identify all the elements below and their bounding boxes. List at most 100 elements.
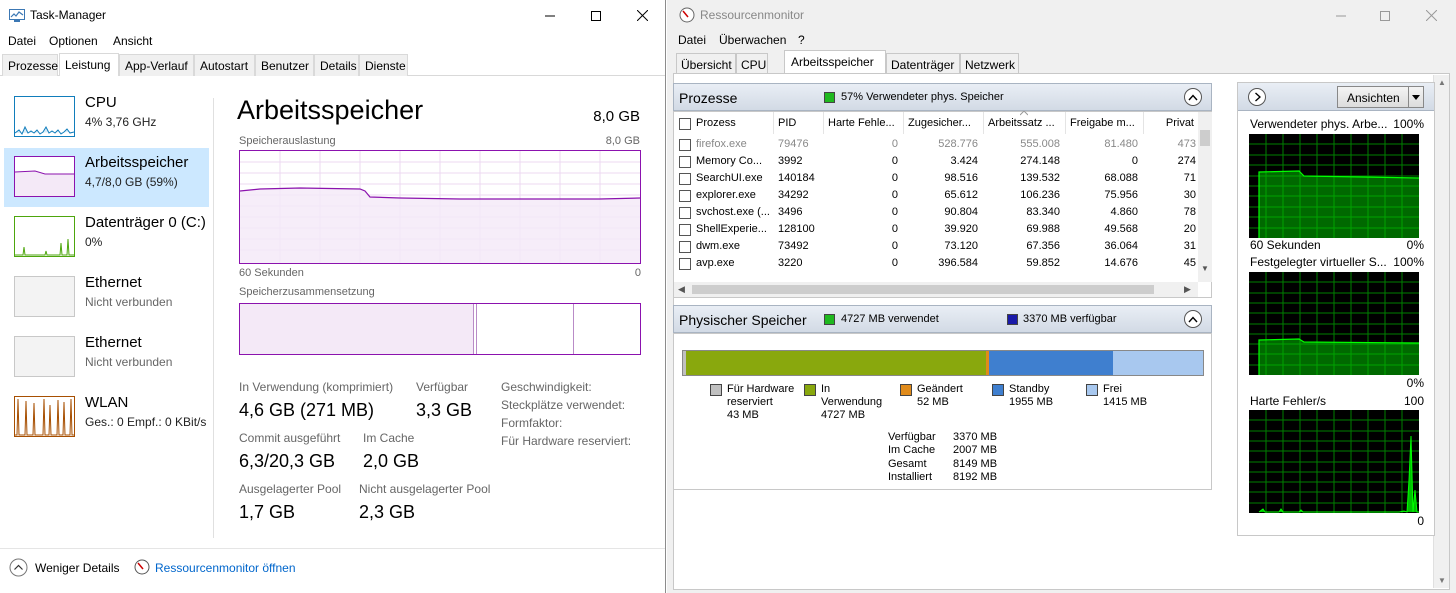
menu-optionen[interactable]: Optionen: [49, 34, 98, 48]
tab-details[interactable]: Details: [314, 54, 359, 76]
table-cell: 0: [891, 172, 898, 184]
physical-memory-panel-header[interactable]: Physischer Speicher 4727 MB verwendet 33…: [673, 305, 1212, 333]
tab-arbeitsspeicher[interactable]: Arbeitsspeicher: [784, 50, 886, 74]
memory-usage-indicator: 57% Verwendeter phys. Speicher: [841, 91, 1004, 103]
legend-swatch: [992, 384, 1004, 396]
tab-datentraeger[interactable]: Datenträger: [886, 53, 960, 74]
table-row[interactable]: dwm.exe 73492 0 73.120 67.356 36.064 31: [674, 238, 1198, 255]
summary-installed-label: Installiert: [888, 471, 933, 484]
chevron-up-icon[interactable]: [9, 558, 28, 577]
memory-summary-labels: Verfügbar Im Cache Gesamt Installiert: [888, 431, 936, 485]
maximize-button[interactable]: [573, 0, 619, 31]
menu-ansicht[interactable]: Ansicht: [113, 34, 152, 48]
maximize-button[interactable]: [1363, 0, 1407, 31]
tab-leistung[interactable]: Leistung: [59, 53, 119, 76]
sort-indicator-icon: [1020, 111, 1028, 116]
vscroll-thumb[interactable]: [1200, 130, 1210, 146]
views-dropdown[interactable]: Ansichten: [1337, 86, 1424, 108]
legend-label: Für Hardware reserviert: [727, 383, 795, 408]
table-row[interactable]: avp.exe 3220 0 396.584 59.852 14.676 45: [674, 255, 1198, 272]
graph-used-physical-memory: [1249, 134, 1419, 238]
sidebar-item-ethernet-2[interactable]: Ethernet Nicht verbunden: [4, 328, 209, 387]
col-header-pid[interactable]: PID: [774, 112, 824, 134]
tab-dienste[interactable]: Dienste: [359, 54, 408, 76]
close-button[interactable]: [1409, 0, 1453, 31]
minimize-button[interactable]: [1319, 0, 1363, 31]
graphs-panel: Ansichten Verwendeter phys. Arbe... 100%…: [1237, 82, 1435, 536]
tab-netzwerk[interactable]: Netzwerk: [960, 53, 1019, 74]
main-scrollbar[interactable]: ▲ ▼: [1433, 75, 1449, 588]
menu-ueberwachen[interactable]: Überwachen: [719, 33, 786, 47]
col-header-private[interactable]: Privat: [1144, 112, 1198, 134]
scroll-right-icon[interactable]: ▶: [1184, 284, 1191, 295]
table-row[interactable]: firefox.exe 79476 0 528.776 555.008 81.480 473: [674, 136, 1198, 153]
open-resource-monitor-link[interactable]: Ressourcenmonitor öffnen: [155, 561, 296, 575]
table-row[interactable]: svchost.exe (... 3496 0 90.804 83.340 4.860 78: [674, 204, 1198, 221]
processes-panel-header[interactable]: Prozesse 57% Verwendeter phys. Speicher: [673, 83, 1212, 111]
tab-prozesse[interactable]: Prozesse: [2, 54, 58, 76]
tab-cpu[interactable]: CPU: [736, 53, 768, 74]
row-checkbox[interactable]: [679, 241, 691, 253]
summary-cached-label: Im Cache: [888, 444, 936, 457]
select-all-checkbox[interactable]: [679, 118, 691, 130]
available-indicator-icon: [1007, 314, 1018, 325]
graph-min: 0%: [1406, 376, 1424, 390]
col-header-process[interactable]: Prozess: [692, 112, 774, 134]
table-cell: 59.852: [1026, 257, 1060, 269]
table-cell: 83.340: [1026, 206, 1060, 218]
commit-label: Commit ausgeführt: [239, 431, 341, 445]
scroll-up-icon[interactable]: ▲: [1438, 78, 1446, 87]
tab-autostart[interactable]: Autostart: [194, 54, 255, 76]
table-row[interactable]: SearchUI.exe 140184 0 98.516 139.532 68.088 71: [674, 170, 1198, 187]
collapse-processes-button[interactable]: [1184, 88, 1202, 106]
scroll-left-icon[interactable]: ◀: [678, 284, 685, 295]
minimize-button[interactable]: [527, 0, 573, 31]
form-factor-label: Formfaktor:: [501, 416, 563, 430]
table-row[interactable]: explorer.exe 34292 0 65.612 106.236 75.956 30: [674, 187, 1198, 204]
table-cell: 106.236: [1020, 189, 1060, 201]
legend-swatch: [1086, 384, 1098, 396]
available-value: 3,3 GB: [416, 400, 473, 420]
sidebar-item-cpu[interactable]: CPU 4% 3,76 GHz: [4, 88, 209, 147]
col-header-shareable[interactable]: Freigabe m...: [1066, 112, 1144, 134]
table-cell: 274: [1177, 155, 1196, 167]
menu-datei[interactable]: Datei: [678, 33, 706, 47]
row-checkbox[interactable]: [679, 173, 691, 185]
collapse-physical-button[interactable]: [1184, 310, 1202, 328]
menu-datei[interactable]: Datei: [8, 34, 36, 48]
table-row[interactable]: ShellExperie... 128100 0 39.920 69.988 49.568…: [674, 221, 1198, 238]
sidebar-item-ethernet[interactable]: Ethernet Nicht verbunden: [4, 268, 209, 327]
col-header-hard-faults[interactable]: Harte Fehle...: [824, 112, 904, 134]
processes-hscrollbar[interactable]: ◀ ▶: [674, 282, 1198, 297]
sidebar-item-label: WLAN: [85, 394, 129, 411]
sidebar-item-arbeitsspeicher[interactable]: Arbeitsspeicher 4,7/8,0 GB (59%): [4, 148, 209, 207]
scroll-down-icon[interactable]: ▼: [1201, 264, 1209, 273]
row-checkbox[interactable]: [679, 139, 691, 151]
table-cell: 75.956: [1104, 189, 1138, 201]
processes-table: Prozess PID Harte Fehle... Zugesicher...…: [673, 111, 1212, 298]
tab-benutzer[interactable]: Benutzer: [255, 54, 314, 76]
fewer-details-link[interactable]: Weniger Details: [35, 561, 119, 575]
expand-graphs-button[interactable]: [1248, 88, 1266, 106]
row-checkbox[interactable]: [679, 224, 691, 236]
tab-app-verlauf[interactable]: App-Verlauf: [119, 54, 194, 76]
row-checkbox[interactable]: [679, 190, 691, 202]
legend-swatch: [710, 384, 722, 396]
physical-memory-bar: [682, 350, 1204, 376]
scroll-down-icon[interactable]: ▼: [1438, 576, 1446, 585]
sidebar-item-datentraeger[interactable]: Datenträger 0 (C:) 0%: [4, 208, 209, 267]
row-checkbox[interactable]: [679, 258, 691, 270]
row-checkbox[interactable]: [679, 207, 691, 219]
row-checkbox[interactable]: [679, 156, 691, 168]
col-header-commit[interactable]: Zugesicher...: [904, 112, 984, 134]
processes-vscrollbar[interactable]: ▼: [1198, 112, 1212, 282]
title-bar[interactable]: Task-Manager: [0, 0, 665, 31]
hscroll-thumb[interactable]: [692, 285, 1154, 294]
table-row[interactable]: Memory Co... 3992 0 3.424 274.148 0 274: [674, 153, 1198, 170]
menu-help[interactable]: ?: [798, 33, 805, 47]
tab-uebersicht[interactable]: Übersicht: [676, 53, 736, 74]
close-button[interactable]: [619, 0, 665, 31]
sidebar-item-wlan[interactable]: WLAN Ges.: 0 Empf.: 0 KBit/s: [4, 388, 209, 447]
table-cell: 36.064: [1104, 240, 1138, 252]
table-row-partial[interactable]: [674, 272, 1198, 278]
